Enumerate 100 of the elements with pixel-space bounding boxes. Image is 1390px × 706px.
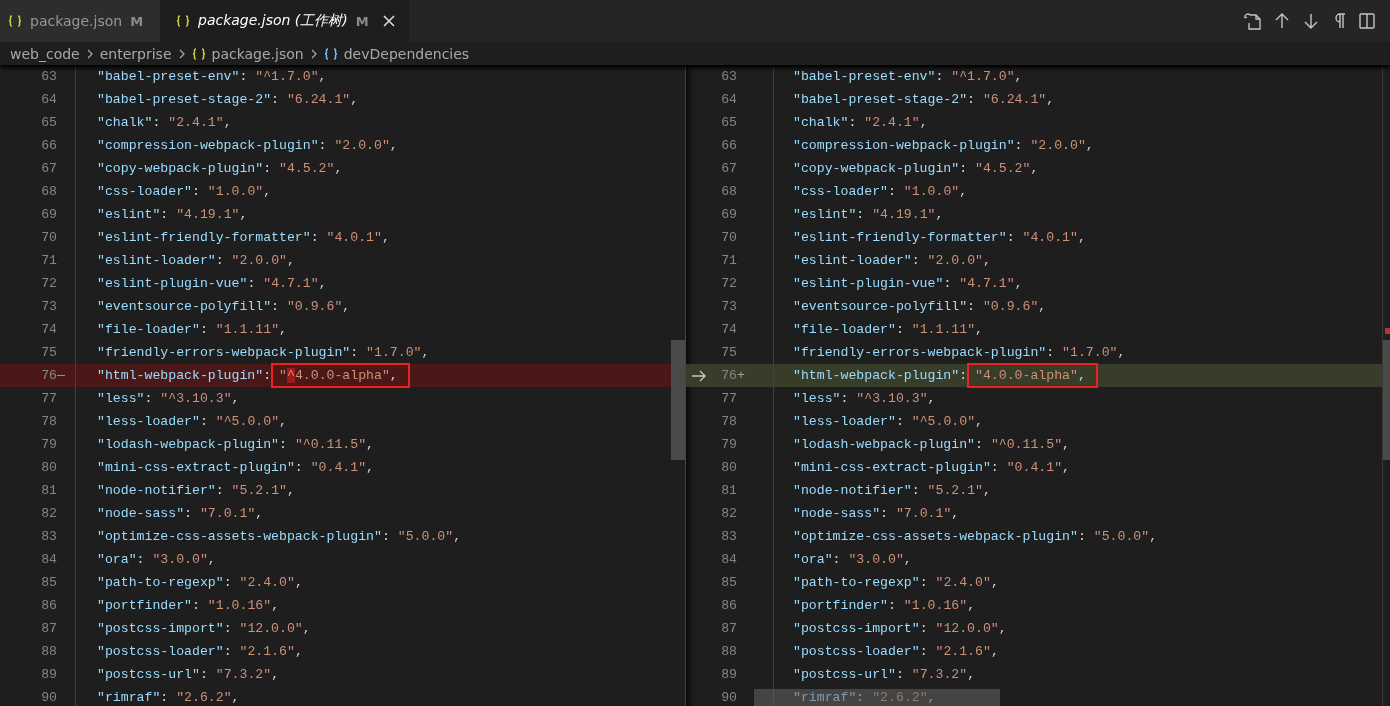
json-key: "eslint-friendly-formatter" [793,230,1007,245]
punctuation: , [366,460,375,475]
line-number: 64 [41,92,57,107]
string-value: "4.7.1" [263,276,319,291]
string-value: "^3.10.3" [856,391,928,406]
punctuation: , [1014,276,1023,291]
line-number: 85 [721,575,737,590]
string-value: "0.4.1" [310,460,367,475]
string-value: "6.24.1" [286,92,351,107]
line-number: 89 [721,667,737,682]
breadcrumb-item[interactable]: devDependencies [343,45,470,62]
string-value: "^3.10.3" [160,391,232,406]
diff-marker: — [57,368,65,383]
punctuation: : [199,322,208,337]
json-key: "less" [793,391,841,406]
punctuation: : [184,506,192,521]
line-number: 68 [41,184,57,199]
punctuation: , [231,391,240,406]
punctuation: , [1062,460,1071,475]
string-value: "^1.7.0" [255,69,319,84]
punctuation: , [927,391,936,406]
punctuation: : [294,460,303,475]
punctuation: , [959,184,968,199]
punctuation: , [223,115,232,130]
punctuation: , [453,529,462,544]
line-number: 82 [721,506,737,521]
line-number: 70 [41,230,57,245]
punctuation: : [911,253,920,268]
json-key: "friendly-errors-webpack-plugin" [97,345,351,360]
json-key: "mini-css-extract-plugin" [97,460,295,475]
braces-icon [176,15,190,27]
line-number: 72 [721,276,737,291]
scrollbar-thumb[interactable] [671,340,685,460]
line-number: 81 [721,483,737,498]
string-value: "3.0.0" [152,552,208,567]
punctuation: , [1014,69,1023,84]
line-number: 66 [721,138,737,153]
string-value: "^5.0.0" [215,414,280,429]
change-marker [1385,328,1390,334]
json-key: "babel-preset-stage-2" [793,92,968,107]
punctuation: , [271,598,280,613]
braces-icon [191,47,206,60]
breadcrumb-item[interactable]: package.json [211,45,304,62]
string-value: "5.2.1" [927,483,983,498]
line-number: 66 [41,138,57,153]
line-number: 76 [41,368,57,383]
line-number: 77 [41,391,57,406]
punctuation: : [350,345,359,360]
punctuation: , [207,552,216,567]
json-key: "copy-webpack-plugin" [793,161,960,176]
punctuation: : [919,575,928,590]
punctuation: : [990,460,999,475]
line-number: 67 [721,161,737,176]
punctuation: , [919,115,928,130]
breadcrumb-item[interactable]: enterprise [99,45,172,62]
open-file-icon[interactable] [1244,12,1262,30]
string-value: "0.9.6" [286,299,343,314]
string-value: "3.0.0" [848,552,904,567]
arrow-up-icon[interactable] [1273,12,1291,30]
punctuation: , [990,575,999,590]
arrow-down-icon[interactable] [1302,12,1320,30]
line-number: 75 [41,345,57,360]
line-number: 63 [41,69,57,84]
json-key: "rimraf" [97,690,161,705]
string-value: "7.3.2" [911,667,968,682]
string-value: "7.0.1" [199,506,256,521]
line-number: 79 [41,437,57,452]
string-value: "1.1.11" [215,322,280,337]
json-key: "babel-preset-env" [97,69,240,84]
json-key: "postcss-url" [793,667,896,682]
punctuation: , [1062,437,1071,452]
scrollbar-thumb[interactable] [754,689,1000,706]
punctuation: , [231,690,240,705]
line-number: 88 [721,644,737,659]
line-number: 65 [41,115,57,130]
json-key: "eslint-loader" [97,253,216,268]
punctuation: : [887,598,896,613]
breadcrumb-item[interactable]: web_code [10,45,80,62]
split-editor-icon[interactable] [1358,12,1376,30]
editor-tab[interactable]: package.json (工作树) M [160,0,409,42]
editor-tab[interactable]: package.json M [0,0,160,42]
punctuation: : [136,552,145,567]
line-number: 72 [41,276,57,291]
chevron-icon [85,48,94,59]
punctuation: : [1046,345,1055,360]
line-number: 63 [721,69,737,84]
punctuation: , [271,667,280,682]
punctuation: : [215,483,224,498]
punctuation: , [975,414,983,429]
string-value: "4.0.0-alpha" [975,368,1078,383]
punctuation: , [967,598,976,613]
punctuation: , [1149,529,1158,544]
punctuation: : [967,92,976,107]
line-number: 64 [721,92,737,107]
json-key: "less" [97,391,145,406]
punctuation: , [1077,368,1086,383]
close-icon[interactable] [382,15,395,27]
punctuation: : [160,207,169,222]
string-value: "4.5.2" [975,161,1031,176]
json-key: "ora" [793,552,833,567]
